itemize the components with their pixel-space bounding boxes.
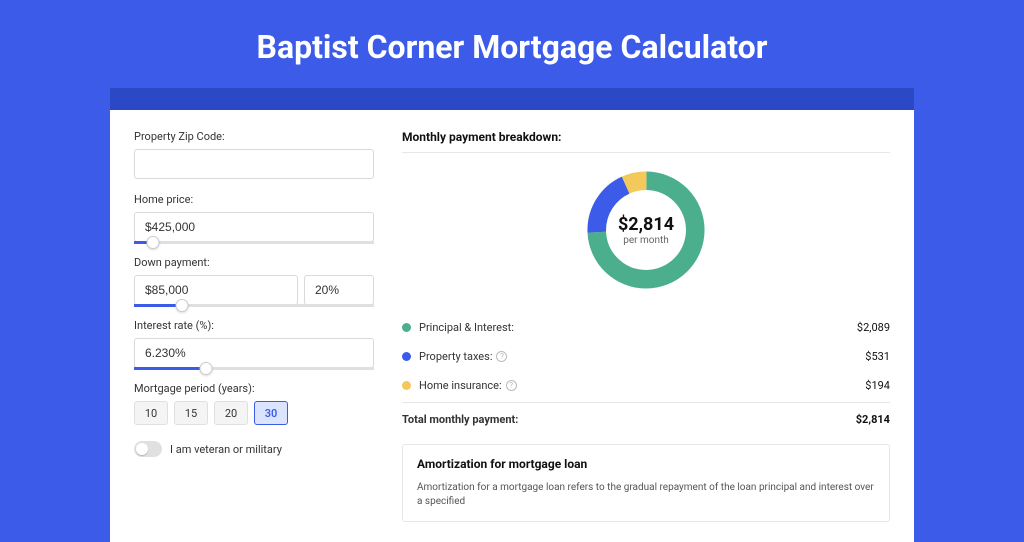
veteran-toggle[interactable]: [134, 441, 162, 457]
page-title: Baptist Corner Mortgage Calculator: [0, 0, 1024, 88]
veteran-toggle-knob: [136, 443, 148, 455]
down-payment-pct-input[interactable]: [304, 275, 374, 305]
dot-icon: [402, 352, 411, 361]
period-btn-30[interactable]: 30: [254, 401, 288, 425]
period-btn-10[interactable]: 10: [134, 401, 168, 425]
form-column: Property Zip Code: Home price: Down paym…: [134, 130, 374, 522]
period-options: 10 15 20 30: [134, 401, 374, 425]
donut-center-sub: per month: [623, 235, 669, 246]
legend-amount: $2,089: [857, 321, 890, 334]
dot-icon: [402, 323, 411, 332]
zip-input[interactable]: [134, 149, 374, 179]
amortization-box: Amortization for mortgage loan Amortizat…: [402, 444, 890, 522]
interest-slider[interactable]: [134, 367, 374, 370]
legend-label: Property taxes: ?: [419, 350, 865, 363]
period-btn-15[interactable]: 15: [174, 401, 208, 425]
interest-slider-thumb[interactable]: [200, 362, 213, 375]
home-price-label: Home price:: [134, 193, 374, 206]
home-price-input[interactable]: [134, 212, 374, 242]
amortization-title: Amortization for mortgage loan: [417, 457, 875, 471]
legend-row-principal: Principal & Interest: $2,089: [402, 313, 890, 342]
total-label: Total monthly payment:: [402, 413, 856, 426]
veteran-label: I am veteran or military: [170, 443, 282, 456]
legend-amount: $194: [865, 379, 890, 392]
calculator-card: Property Zip Code: Home price: Down paym…: [110, 110, 914, 542]
breakdown-column: Monthly payment breakdown: $2,814 per mo…: [402, 130, 890, 522]
interest-label: Interest rate (%):: [134, 319, 374, 332]
zip-label: Property Zip Code:: [134, 130, 374, 143]
amortization-text: Amortization for a mortgage loan refers …: [417, 481, 875, 509]
down-payment-slider-thumb[interactable]: [176, 299, 189, 312]
period-btn-20[interactable]: 20: [214, 401, 248, 425]
down-payment-slider[interactable]: [134, 304, 374, 307]
info-icon[interactable]: ?: [496, 351, 507, 362]
legend: Principal & Interest: $2,089 Property ta…: [402, 313, 890, 434]
total-amount: $2,814: [856, 413, 890, 426]
legend-row-total: Total monthly payment: $2,814: [402, 402, 890, 434]
period-label: Mortgage period (years):: [134, 382, 374, 395]
interest-input[interactable]: [134, 338, 374, 368]
dot-icon: [402, 381, 411, 390]
legend-label: Home insurance: ?: [419, 379, 865, 392]
info-icon[interactable]: ?: [506, 380, 517, 391]
banner-strip: [110, 88, 914, 110]
breakdown-heading: Monthly payment breakdown:: [402, 130, 890, 153]
home-price-slider[interactable]: [134, 241, 374, 244]
home-price-slider-thumb[interactable]: [147, 236, 160, 249]
legend-amount: $531: [865, 350, 890, 363]
legend-row-taxes: Property taxes: ? $531: [402, 342, 890, 371]
legend-row-insurance: Home insurance: ? $194: [402, 371, 890, 400]
donut-wrap: $2,814 per month: [402, 161, 890, 307]
donut-chart: $2,814 per month: [581, 165, 711, 295]
donut-center-value: $2,814: [618, 214, 674, 235]
legend-label: Principal & Interest:: [419, 321, 857, 334]
down-payment-label: Down payment:: [134, 256, 374, 269]
down-payment-input[interactable]: [134, 275, 298, 305]
